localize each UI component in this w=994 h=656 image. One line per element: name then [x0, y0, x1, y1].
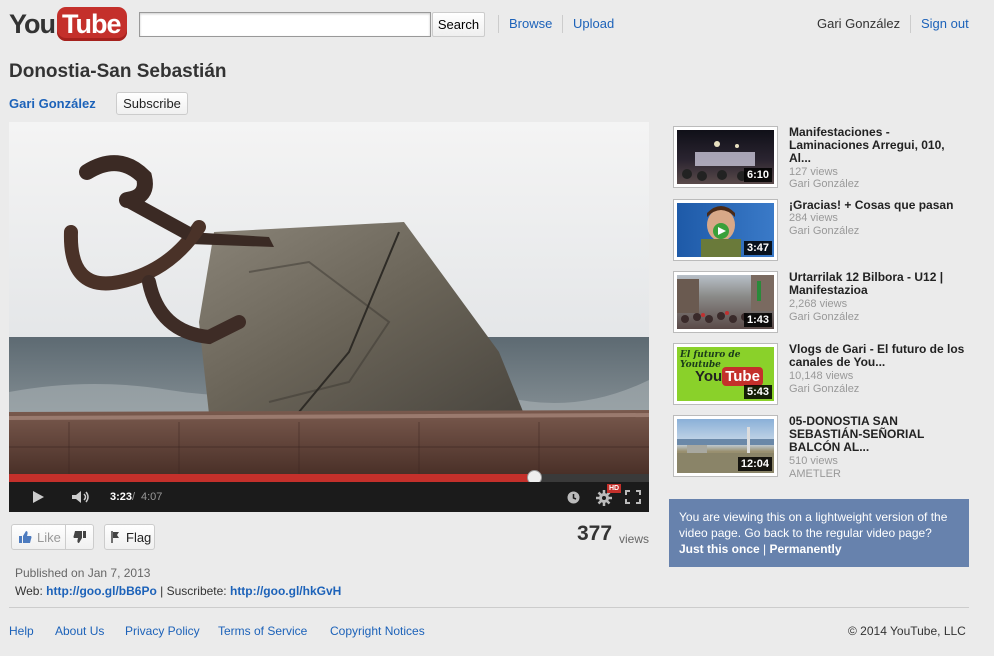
search-button[interactable]: Search [432, 12, 485, 37]
related-video-author: Gari González [789, 311, 860, 323]
nav-divider [562, 15, 563, 33]
like-label: Like [37, 529, 61, 545]
fullscreen-icon[interactable] [625, 490, 641, 504]
watch-later-icon[interactable] [567, 491, 580, 504]
views-label: views [619, 532, 650, 546]
thumbs-down-icon [73, 531, 86, 543]
lightweight-notice: You are viewing this on a lightweight ve… [669, 499, 969, 567]
logo-tube-text: Tube [57, 7, 127, 41]
video-player[interactable]: 3:23 / 4:07 HD [9, 122, 649, 512]
video-duration: 1:43 [743, 313, 772, 327]
related-video-item[interactable]: 6:10 Manifestaciones - Laminaciones Arre… [673, 126, 973, 190]
description-separator: | [160, 584, 164, 598]
progress-played [9, 474, 534, 482]
related-video-author: Gari González [789, 225, 860, 237]
volume-icon[interactable] [71, 490, 91, 504]
thumbnail-youtube-logo: You Tube [695, 367, 763, 386]
footer-copyright-link[interactable]: Copyright Notices [330, 624, 425, 638]
related-video-item[interactable]: 3:47 ¡Gracias! + Cosas que pasan 284 vie… [673, 199, 973, 263]
related-video-views: 10,148 views [789, 370, 854, 382]
related-video-item[interactable]: 12:04 05-DONOSTIA SAN SEBASTIÁN-SEÑORIAL… [673, 415, 973, 480]
related-video-views: 510 views [789, 455, 838, 467]
permanently-link[interactable]: Permanently [770, 542, 842, 556]
video-thumbnail[interactable]: 12:04 [673, 415, 778, 477]
play-icon[interactable] [31, 490, 45, 504]
flag-button[interactable]: Flag [104, 524, 155, 550]
subscribe-link[interactable]: http://goo.gl/hkGvH [230, 584, 341, 598]
footer-about-link[interactable]: About Us [55, 624, 104, 638]
web-link[interactable]: http://goo.gl/bB6Po [46, 584, 157, 598]
video-still-image [9, 122, 649, 474]
related-video-author: Gari González [789, 383, 860, 395]
dislike-button[interactable] [66, 525, 93, 549]
view-count: 377 [577, 522, 613, 545]
progress-bar[interactable] [9, 470, 649, 485]
video-thumbnail[interactable]: 3:47 [673, 199, 778, 261]
related-video-views: 2,268 views [789, 298, 848, 310]
video-duration: 6:10 [743, 168, 772, 182]
player-controls: 3:23 / 4:07 HD [9, 482, 649, 512]
related-video-title[interactable]: ¡Gracias! + Cosas que pasan [789, 199, 969, 212]
flag-icon [111, 531, 119, 543]
description-text: Web: http://goo.gl/bB6Po | Suscribete: h… [15, 584, 341, 598]
footer-privacy-link[interactable]: Privacy Policy [125, 624, 200, 638]
related-video-item[interactable]: El futuro de Youtube You Tube 5:43 Vlogs… [673, 343, 973, 407]
top-header: You Tube Search Browse Upload Gari Gonzá… [0, 0, 994, 50]
related-video-item[interactable]: 1:43 Urtarrilak 12 Bilbora - U12 | Manif… [673, 271, 973, 335]
video-duration: 12:04 [737, 457, 772, 471]
related-video-views: 127 views [789, 166, 838, 178]
user-name[interactable]: Gari González [817, 16, 900, 31]
related-video-author: AMETLER [789, 468, 841, 480]
video-frame[interactable] [9, 122, 649, 474]
flag-label: Flag [126, 529, 152, 545]
logo-you-text: You [9, 8, 56, 39]
published-date: Published on Jan 7, 2013 [15, 566, 151, 580]
related-video-title[interactable]: Manifestaciones - Laminaciones Arregui, … [789, 126, 969, 165]
related-video-author: Gari González [789, 178, 860, 190]
related-video-title[interactable]: Vlogs de Gari - El futuro de los canales… [789, 343, 969, 369]
browse-link[interactable]: Browse [509, 16, 552, 31]
video-thumbnail[interactable]: 1:43 [673, 271, 778, 333]
copyright-text: © 2014 YouTube, LLC [848, 624, 966, 638]
footer-help-link[interactable]: Help [9, 624, 34, 638]
upload-link[interactable]: Upload [573, 16, 614, 31]
web-label: Web: [15, 584, 43, 598]
notice-separator: | [763, 542, 767, 556]
hd-badge: HD [607, 484, 622, 493]
video-thumbnail[interactable]: El futuro de Youtube You Tube 5:43 [673, 343, 778, 405]
youtube-logo[interactable]: You Tube [9, 6, 127, 42]
related-video-title[interactable]: Urtarrilak 12 Bilbora - U12 | Manifestaz… [789, 271, 969, 297]
search-input[interactable] [139, 12, 431, 37]
like-button[interactable]: Like [12, 525, 67, 549]
thumbnail-logo-tube: Tube [722, 367, 763, 386]
video-title: Donostia-San Sebastián [9, 61, 227, 82]
related-video-views: 284 views [789, 212, 838, 224]
thumbnail-logo-you: You [695, 368, 723, 385]
subscribe-label: Suscribete: [166, 584, 227, 598]
time-separator: / [132, 491, 136, 503]
nav-divider [910, 15, 911, 33]
footer-divider [9, 607, 969, 608]
thumbs-up-icon [19, 531, 32, 543]
just-this-once-link[interactable]: Just this once [679, 542, 760, 556]
video-thumbnail[interactable]: 6:10 [673, 126, 778, 188]
nav-divider [498, 15, 499, 33]
video-duration: 5:43 [743, 385, 772, 399]
channel-link[interactable]: Gari González [9, 96, 96, 111]
sign-out-link[interactable]: Sign out [921, 16, 969, 31]
subscribe-button[interactable]: Subscribe [116, 92, 188, 115]
total-time: 4:07 [141, 491, 163, 503]
footer-terms-link[interactable]: Terms of Service [218, 624, 307, 638]
related-video-title[interactable]: 05-DONOSTIA SAN SEBASTIÁN-SEÑORIAL BALCÓ… [789, 415, 969, 454]
current-time: 3:23 [110, 491, 133, 503]
video-duration: 3:47 [743, 241, 772, 255]
notice-text: You are viewing this on a lightweight ve… [679, 510, 948, 540]
like-dislike-group: Like [11, 524, 94, 550]
